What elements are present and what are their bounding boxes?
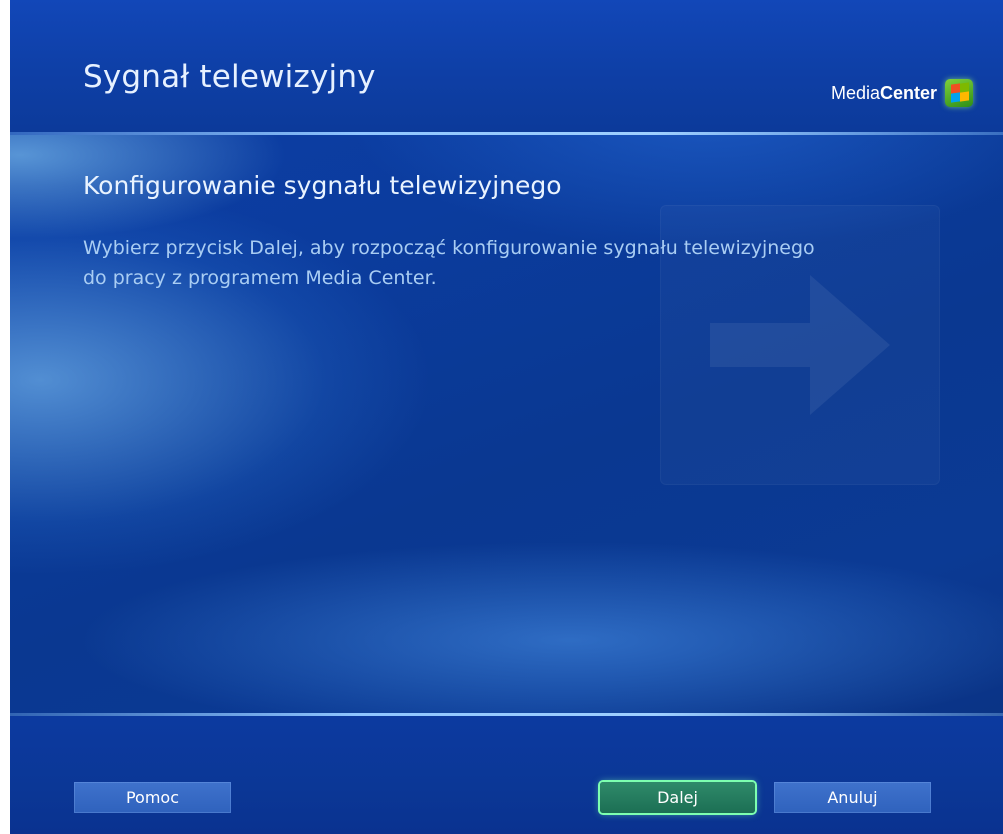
help-button[interactable]: Pomoc bbox=[74, 782, 231, 813]
brand-text-center: Center bbox=[879, 82, 937, 103]
brand-text: MediaCenter bbox=[831, 83, 937, 104]
header-divider bbox=[10, 132, 1003, 135]
brand-text-media: Media bbox=[830, 82, 880, 103]
logo-blue-pane bbox=[951, 92, 960, 103]
media-center-brand: MediaCenter bbox=[831, 78, 973, 108]
logo-yellow-pane bbox=[960, 91, 969, 102]
next-button[interactable]: Dalej bbox=[600, 782, 755, 813]
cancel-button[interactable]: Anuluj bbox=[774, 782, 931, 813]
header: Sygnał telewizyjny MediaCenter bbox=[10, 0, 1003, 132]
section-heading: Konfigurowanie sygnału telewizyjnego bbox=[83, 171, 562, 200]
section-description: Wybierz przycisk Dalej, aby rozpocząć ko… bbox=[83, 237, 815, 289]
windows-logo-icon bbox=[945, 79, 973, 107]
page-title: Sygnał telewizyjny bbox=[83, 59, 376, 95]
media-center-window: Sygnał telewizyjny MediaCenter Konfiguro… bbox=[10, 0, 1003, 834]
footer bbox=[10, 716, 1003, 834]
